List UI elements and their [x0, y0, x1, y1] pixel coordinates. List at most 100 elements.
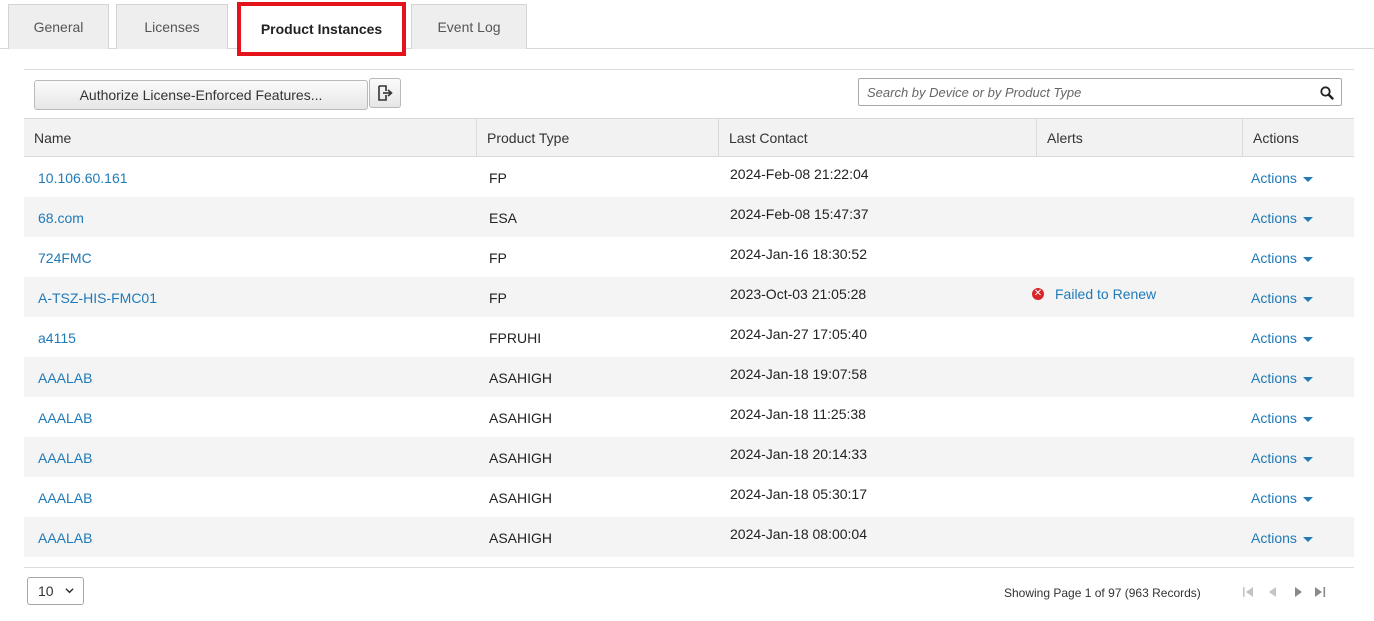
alert-failed-to-renew[interactable]: ✕ Failed to Renew	[1032, 286, 1156, 302]
last-contact-cell: 2024-Feb-08 15:47:37	[730, 206, 869, 222]
actions-label: Actions	[1251, 290, 1297, 306]
caret-down-icon	[1302, 536, 1313, 542]
last-contact-cell: 2024-Jan-16 18:30:52	[730, 246, 867, 262]
tab-general[interactable]: General	[8, 4, 109, 49]
actions-label: Actions	[1251, 330, 1297, 346]
actions-dropdown[interactable]: Actions	[1251, 490, 1313, 506]
tab-event-log[interactable]: Event Log	[411, 4, 527, 49]
last-contact-cell: 2024-Jan-18 20:14:33	[730, 446, 867, 462]
tab-product-instances[interactable]: Product Instances	[237, 2, 406, 56]
product-type-cell: ASAHIGH	[489, 530, 553, 546]
actions-label: Actions	[1251, 450, 1297, 466]
tab-licenses[interactable]: Licenses	[116, 4, 228, 49]
device-name-link[interactable]: AAALAB	[38, 530, 92, 546]
actions-label: Actions	[1251, 210, 1297, 226]
actions-label: Actions	[1251, 410, 1297, 426]
product-instances-table: Name Product Type Last Contact Alerts Ac…	[24, 118, 1354, 557]
table-row[interactable]: AAALAB ASAHIGH 2024-Jan-18 20:14:33 Acti…	[24, 437, 1354, 477]
table-header: Name Product Type Last Contact Alerts Ac…	[24, 118, 1354, 157]
device-name-link[interactable]: 724FMC	[38, 250, 92, 266]
pagination-status: Showing Page 1 of 97 (963 Records)	[1004, 586, 1201, 600]
product-type-cell: ASAHIGH	[489, 410, 553, 426]
last-contact-cell: 2024-Jan-18 05:30:17	[730, 486, 867, 502]
page-size-value: 10	[38, 583, 54, 599]
export-button[interactable]	[369, 78, 401, 108]
device-name-link[interactable]: 68.com	[38, 210, 84, 226]
first-page-icon[interactable]	[1242, 586, 1256, 598]
column-header-product-type[interactable]: Product Type	[476, 119, 718, 157]
search-box	[858, 78, 1342, 106]
device-name-link[interactable]: A-TSZ-HIS-FMC01	[38, 290, 157, 306]
last-contact-cell: 2024-Jan-27 17:05:40	[730, 326, 867, 342]
toolbar: Authorize License-Enforced Features...	[24, 70, 1354, 118]
actions-dropdown[interactable]: Actions	[1251, 170, 1313, 186]
page-size-select[interactable]: 10	[27, 577, 84, 605]
table-row[interactable]: AAALAB ASAHIGH 2024-Jan-18 19:07:58 Acti…	[24, 357, 1354, 397]
actions-dropdown[interactable]: Actions	[1251, 450, 1313, 466]
device-name-link[interactable]: AAALAB	[38, 490, 92, 506]
column-header-last-contact[interactable]: Last Contact	[718, 119, 1036, 157]
error-x-icon: ✕	[1032, 288, 1044, 300]
table-row[interactable]: A-TSZ-HIS-FMC01 FP 2023-Oct-03 21:05:28 …	[24, 277, 1354, 317]
device-name-link[interactable]: a4115	[38, 330, 76, 346]
actions-dropdown[interactable]: Actions	[1251, 290, 1313, 306]
caret-down-icon	[1302, 496, 1313, 502]
column-header-alerts[interactable]: Alerts	[1036, 119, 1242, 157]
last-contact-cell: 2024-Jan-18 08:00:04	[730, 526, 867, 542]
last-contact-cell: 2023-Oct-03 21:05:28	[730, 286, 867, 302]
device-name-link[interactable]: AAALAB	[38, 450, 92, 466]
tab-label: Product Instances	[260, 21, 383, 37]
actions-dropdown[interactable]: Actions	[1251, 530, 1313, 546]
authorize-features-button[interactable]: Authorize License-Enforced Features...	[34, 80, 368, 110]
column-header-name[interactable]: Name	[24, 119, 476, 157]
table-row[interactable]: a4115 FPRUHI 2024-Jan-27 17:05:40 Action…	[24, 317, 1354, 357]
table-row[interactable]: AAALAB ASAHIGH 2024-Jan-18 11:25:38 Acti…	[24, 397, 1354, 437]
actions-dropdown[interactable]: Actions	[1251, 410, 1313, 426]
product-type-cell: ASAHIGH	[489, 370, 553, 386]
table-row[interactable]: AAALAB ASAHIGH 2024-Jan-18 05:30:17 Acti…	[24, 477, 1354, 517]
alert-label: Failed to Renew	[1055, 286, 1157, 302]
chevron-down-icon	[65, 588, 74, 594]
table-row[interactable]: 68.com ESA 2024-Feb-08 15:47:37 Actions	[24, 197, 1354, 237]
previous-page-icon[interactable]	[1266, 586, 1280, 598]
actions-label: Actions	[1251, 370, 1297, 386]
last-contact-cell: 2024-Jan-18 11:25:38	[730, 406, 866, 422]
caret-down-icon	[1302, 456, 1313, 462]
product-type-cell: FP	[489, 250, 507, 266]
table-row[interactable]: 10.106.60.161 FP 2024-Feb-08 21:22:04 Ac…	[24, 157, 1354, 197]
tab-label: Licenses	[144, 19, 200, 35]
caret-down-icon	[1302, 176, 1313, 182]
caret-down-icon	[1302, 336, 1313, 342]
next-page-icon[interactable]	[1291, 586, 1305, 598]
device-name-link[interactable]: AAALAB	[38, 370, 92, 386]
actions-dropdown[interactable]: Actions	[1251, 370, 1313, 386]
actions-label: Actions	[1251, 170, 1297, 186]
search-icon[interactable]	[1319, 85, 1335, 101]
caret-down-icon	[1302, 256, 1313, 262]
product-type-cell: FPRUHI	[489, 330, 542, 346]
last-contact-cell: 2024-Feb-08 21:22:04	[730, 166, 869, 182]
column-header-actions[interactable]: Actions	[1242, 119, 1354, 157]
product-type-cell: ASAHIGH	[489, 490, 553, 506]
last-page-icon[interactable]	[1313, 586, 1327, 598]
caret-down-icon	[1302, 216, 1313, 222]
product-type-cell: FP	[489, 170, 507, 186]
actions-dropdown[interactable]: Actions	[1251, 330, 1313, 346]
last-contact-cell: 2024-Jan-18 19:07:58	[730, 366, 867, 382]
caret-down-icon	[1302, 376, 1313, 382]
product-type-cell: ESA	[489, 210, 518, 226]
actions-label: Actions	[1251, 490, 1297, 506]
search-input[interactable]	[859, 79, 1299, 105]
table-row[interactable]: AAALAB ASAHIGH 2024-Jan-18 08:00:04 Acti…	[24, 517, 1354, 557]
actions-label: Actions	[1251, 250, 1297, 266]
actions-dropdown[interactable]: Actions	[1251, 210, 1313, 226]
table-row[interactable]: 724FMC FP 2024-Jan-16 18:30:52 Actions	[24, 237, 1354, 277]
tab-label: General	[33, 19, 84, 35]
device-name-link[interactable]: AAALAB	[38, 410, 92, 426]
actions-dropdown[interactable]: Actions	[1251, 250, 1313, 266]
tab-bar: General Licenses Event Log Product Insta…	[0, 0, 1374, 56]
table-bottom-border	[24, 567, 1354, 568]
device-name-link[interactable]: 10.106.60.161	[38, 170, 128, 186]
tab-label: Event Log	[437, 19, 501, 35]
caret-down-icon	[1302, 416, 1313, 422]
